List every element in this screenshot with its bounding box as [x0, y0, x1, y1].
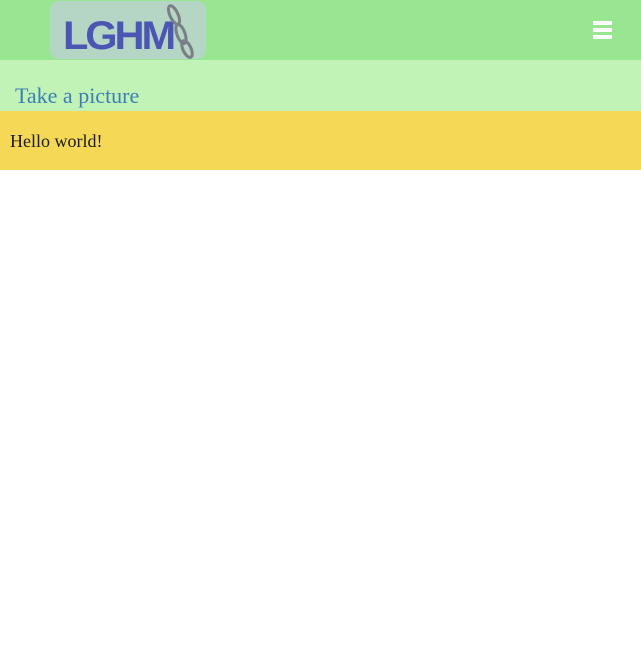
menu-bar [593, 21, 612, 25]
top-navbar: LGHM [0, 0, 641, 60]
menu-bar [593, 35, 612, 39]
page-title: Take a picture [15, 83, 140, 108]
hamburger-menu-icon[interactable] [591, 19, 615, 43]
site-logo[interactable]: LGHM [50, 1, 206, 59]
banner-message: Hello world! [10, 131, 103, 151]
logo-graphic: LGHM [63, 4, 194, 59]
menu-bar [593, 28, 612, 32]
page-header: Take a picture [0, 60, 641, 111]
logo-text: LGHM [63, 14, 174, 58]
message-banner: Hello world! [0, 111, 641, 170]
